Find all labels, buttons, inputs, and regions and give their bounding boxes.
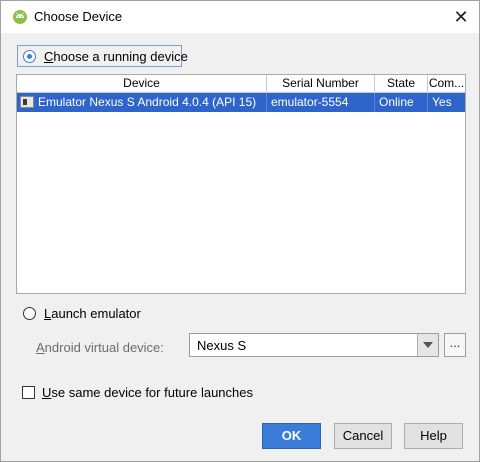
- device-table[interactable]: Device Serial Number State Com... Emulat…: [16, 74, 466, 294]
- choose-device-dialog: Choose Device ✕ Choose a running device …: [0, 0, 480, 462]
- ok-button[interactable]: OK: [262, 423, 321, 449]
- avd-browse-button[interactable]: ...: [444, 333, 466, 357]
- android-icon: [13, 10, 27, 24]
- table-header: Device Serial Number State Com...: [17, 75, 465, 93]
- avd-select[interactable]: Nexus S: [189, 333, 439, 357]
- table-row[interactable]: Emulator Nexus S Android 4.0.4 (API 15) …: [17, 93, 465, 112]
- window-title: Choose Device: [34, 9, 123, 24]
- column-header-serial-number[interactable]: Serial Number: [267, 75, 375, 92]
- choose-running-device-label[interactable]: Choose a running device: [44, 49, 188, 64]
- help-button[interactable]: Help: [404, 423, 463, 449]
- column-header-state[interactable]: State: [375, 75, 428, 92]
- serial-cell: emulator-5554: [267, 93, 375, 112]
- launch-emulator-label[interactable]: Launch emulator: [44, 306, 141, 321]
- compatible-cell: Yes: [432, 95, 452, 109]
- chevron-down-icon[interactable]: [417, 334, 438, 356]
- title-bar: Choose Device ✕: [1, 1, 479, 33]
- close-icon[interactable]: ✕: [451, 7, 471, 27]
- column-header-device[interactable]: Device: [17, 75, 267, 92]
- device-name: Emulator Nexus S Android 4.0.4 (API 15): [38, 95, 257, 109]
- android-virtual-device-label: Android virtual device:: [36, 340, 164, 355]
- device-icon: [20, 96, 34, 108]
- avd-select-value: Nexus S: [197, 338, 247, 353]
- column-header-compatible[interactable]: Com...: [428, 75, 465, 92]
- use-same-device-checkbox[interactable]: [22, 386, 35, 399]
- launch-emulator-radio[interactable]: [23, 307, 36, 320]
- use-same-device-label[interactable]: Use same device for future launches: [42, 385, 253, 400]
- state-cell: Online: [375, 93, 428, 112]
- cancel-button[interactable]: Cancel: [334, 423, 392, 449]
- choose-running-device-radio[interactable]: [23, 50, 36, 63]
- device-cell: Emulator Nexus S Android 4.0.4 (API 15): [17, 93, 267, 112]
